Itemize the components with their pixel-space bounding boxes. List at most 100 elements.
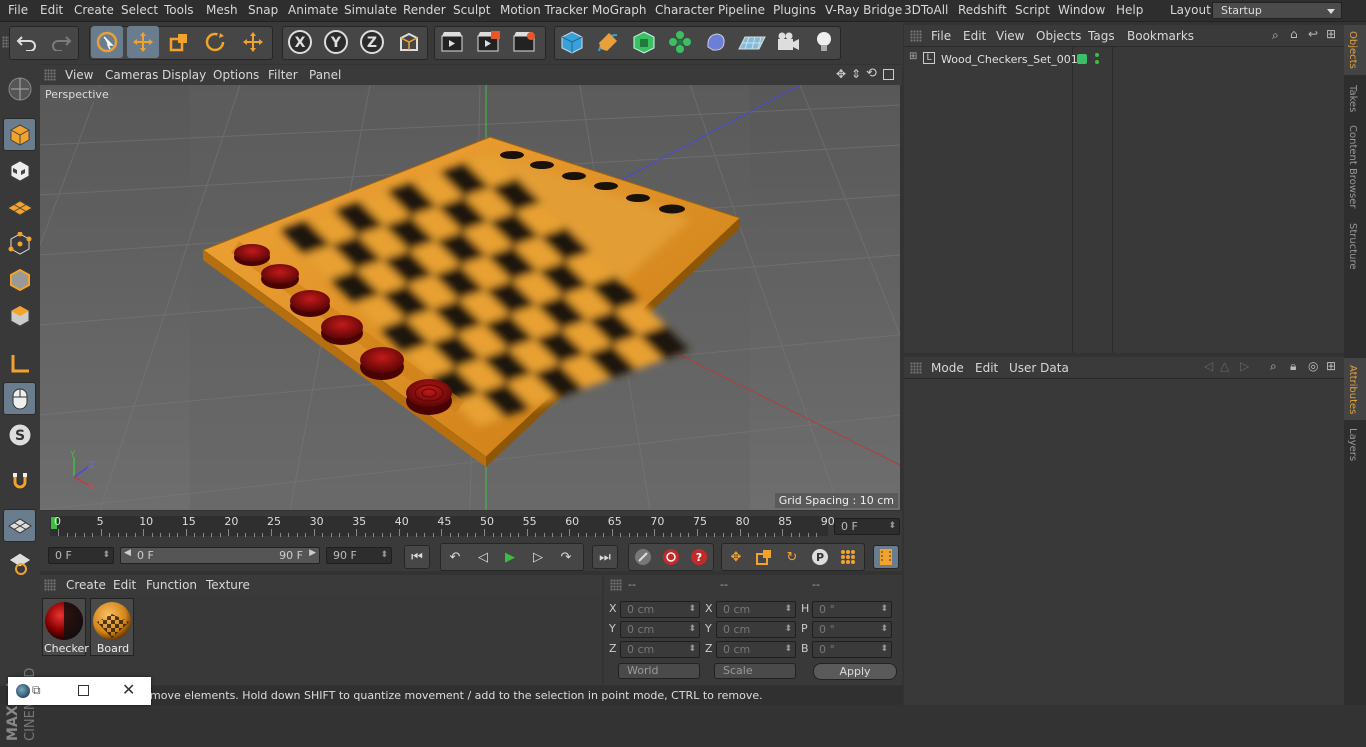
target-icon[interactable]: ◎: [1308, 359, 1318, 373]
maximize-view-icon[interactable]: [883, 69, 894, 80]
timeline-ruler[interactable]: 0 5 10 15 20 25 30 35 40 45 50 55 60 65 70 75 80 85 90 0 F: [40, 511, 902, 541]
coord-value-field[interactable]: 0 cm: [716, 621, 796, 638]
key-parameter-icon[interactable]: P: [807, 545, 833, 569]
tab-layers[interactable]: Layers: [1347, 428, 1358, 461]
key-point-level-icon[interactable]: [835, 545, 861, 569]
object-menu-view[interactable]: View: [996, 29, 1024, 43]
3d-viewport[interactable]: Y Z X Perspective Grid Spacing : 10 cm: [40, 85, 900, 510]
menu-mesh[interactable]: Mesh: [206, 3, 238, 17]
workplane-lock-icon[interactable]: [3, 509, 36, 542]
coord-value-field[interactable]: 0 cm: [620, 601, 700, 618]
attr-menu-edit[interactable]: Edit: [975, 361, 998, 375]
menu-script[interactable]: Script: [1015, 3, 1050, 17]
current-frame-field[interactable]: 0 F: [834, 518, 900, 535]
model-mode-icon[interactable]: [3, 118, 36, 151]
tab-content-browser[interactable]: Content Browser: [1347, 125, 1358, 208]
viewport-menu-filter[interactable]: Filter: [268, 68, 298, 82]
move-tool-icon[interactable]: [127, 26, 159, 58]
start-frame-field[interactable]: 0 F: [48, 547, 114, 564]
forward-arrow-icon[interactable]: ▷: [1240, 359, 1249, 373]
viewport-menu-display[interactable]: Display: [162, 68, 206, 82]
tab-attributes[interactable]: Attributes: [1347, 365, 1358, 414]
coordinate-mode-select[interactable]: World: [618, 663, 700, 679]
tweak-mode-icon[interactable]: [3, 382, 36, 415]
coord-value-field[interactable]: 0 cm: [716, 601, 796, 618]
viewport-menu-options[interactable]: Options: [213, 68, 259, 82]
locked-workplane-icon[interactable]: [3, 546, 36, 579]
layer-color-icon[interactable]: [1077, 54, 1087, 64]
timeline-window-icon[interactable]: [873, 545, 899, 569]
material-menu-function[interactable]: Function: [146, 578, 197, 592]
attr-new-panel-icon[interactable]: ⊞: [1326, 359, 1336, 373]
coord-value-field[interactable]: 0 cm: [620, 641, 700, 658]
zoom-view-icon[interactable]: ⇕: [851, 67, 861, 81]
menu-render[interactable]: Render: [403, 3, 446, 17]
up-arrow-icon[interactable]: △: [1220, 359, 1229, 373]
y-axis-lock-icon[interactable]: Y: [320, 26, 352, 58]
menu-window[interactable]: Window: [1058, 3, 1105, 17]
x-axis-lock-icon[interactable]: X: [284, 26, 316, 58]
material-menu-edit[interactable]: Edit: [113, 578, 136, 592]
menu-mograph[interactable]: MoGraph: [592, 3, 647, 17]
coord-value-field[interactable]: 0 cm: [620, 621, 700, 638]
texture-mode-icon[interactable]: [3, 154, 36, 187]
tab-takes[interactable]: Takes: [1347, 85, 1358, 112]
coord-value-field[interactable]: 0 °: [812, 601, 892, 618]
expand-icon[interactable]: ⊞: [909, 51, 917, 62]
menu-file[interactable]: File: [8, 3, 28, 17]
menu-edit[interactable]: Edit: [40, 3, 63, 17]
menu-pipeline[interactable]: Pipeline: [718, 3, 765, 17]
menu-3dtoall[interactable]: 3DToAll: [904, 3, 948, 17]
object-menu-objects[interactable]: Objects: [1036, 29, 1081, 43]
subdivision-surface-icon[interactable]: [628, 26, 660, 58]
go-to-end-icon[interactable]: ⏭: [592, 545, 618, 569]
z-axis-lock-icon[interactable]: Z: [356, 26, 388, 58]
editor-visibility-dot[interactable]: [1095, 53, 1099, 57]
snap-magnet-icon[interactable]: [3, 464, 36, 497]
tab-objects[interactable]: Objects: [1347, 31, 1358, 69]
end-frame-field[interactable]: 90 F: [326, 547, 392, 564]
menu-simulate[interactable]: Simulate: [344, 3, 397, 17]
menu-sculpt[interactable]: Sculpt: [453, 3, 490, 17]
search-icon[interactable]: ⌕: [1272, 28, 1279, 43]
edges-mode-icon[interactable]: [3, 263, 36, 296]
menu-snap[interactable]: Snap: [248, 3, 278, 17]
cinema4d-app-icon[interactable]: [16, 684, 30, 698]
attr-menu-mode[interactable]: Mode: [931, 361, 964, 375]
maximize-icon[interactable]: [78, 685, 89, 696]
viewport-menu-panel[interactable]: Panel: [309, 68, 341, 82]
move-view-icon[interactable]: ✥: [836, 67, 846, 81]
menu-help[interactable]: Help: [1116, 3, 1143, 17]
material-checker[interactable]: Checker: [42, 598, 89, 656]
menu-vray-bridge[interactable]: V-Ray Bridge: [825, 3, 902, 17]
menu-plugins[interactable]: Plugins: [773, 3, 816, 17]
pen-spline-icon[interactable]: [592, 26, 624, 58]
viewport-menu-cameras[interactable]: Cameras: [105, 68, 158, 82]
make-editable-icon[interactable]: [3, 72, 36, 105]
object-menu-bookmarks[interactable]: Bookmarks: [1127, 29, 1194, 43]
frame-range-slider[interactable]: ◀ 0 F 90 F ▶: [120, 547, 320, 564]
polygons-mode-icon[interactable]: [3, 299, 36, 332]
attr-menu-user-data[interactable]: User Data: [1009, 361, 1069, 375]
key-position-icon[interactable]: ✥: [723, 545, 749, 569]
deformer-icon[interactable]: [700, 26, 732, 58]
previous-key-icon[interactable]: ↶: [442, 545, 468, 569]
redo-icon[interactable]: [45, 26, 77, 58]
layout-select[interactable]: Startup: [1212, 2, 1342, 19]
object-menu-edit[interactable]: Edit: [963, 29, 986, 43]
coord-value-field[interactable]: 0 cm: [716, 641, 796, 658]
material-menu-texture[interactable]: Texture: [206, 578, 250, 592]
solo-mode-icon[interactable]: S: [3, 418, 36, 451]
apply-button[interactable]: Apply: [813, 663, 897, 680]
home-icon[interactable]: ⌂: [1290, 27, 1298, 41]
points-mode-icon[interactable]: [3, 227, 36, 260]
next-frame-icon[interactable]: ▷: [525, 545, 551, 569]
scale-tool-icon[interactable]: [163, 26, 195, 58]
render-to-picture-viewer-icon[interactable]: [472, 26, 504, 58]
floor-object-icon[interactable]: [736, 26, 768, 58]
material-menu-create[interactable]: Create: [66, 578, 106, 592]
live-selection-icon[interactable]: [91, 26, 123, 58]
workplane-mode-icon[interactable]: [3, 190, 36, 223]
new-panel-icon[interactable]: ⊞: [1326, 27, 1336, 41]
camera-object-icon[interactable]: [772, 26, 804, 58]
